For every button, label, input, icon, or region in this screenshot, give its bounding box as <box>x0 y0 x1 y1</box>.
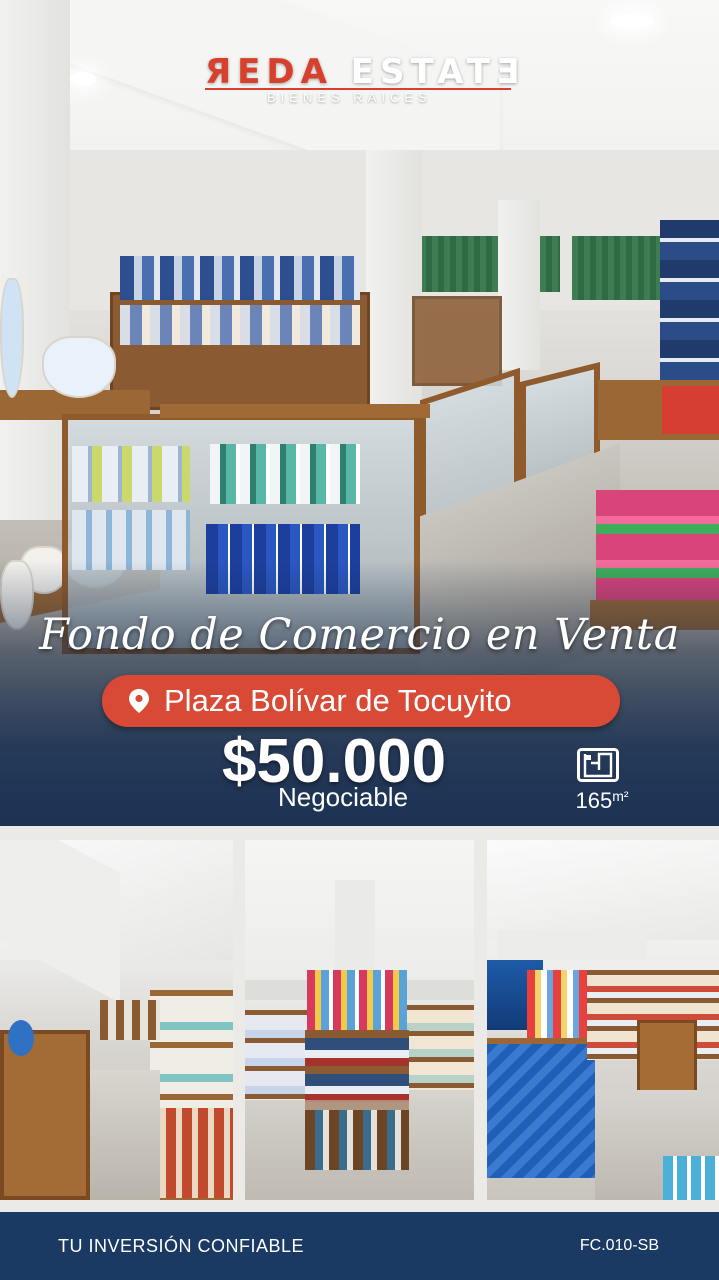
products <box>120 305 360 345</box>
brand-logo: ЯEDA ESTATƎ BIENES RAICES <box>205 52 520 108</box>
ceiling-light <box>610 14 654 28</box>
location-pin-icon <box>129 689 149 713</box>
back-shelf <box>100 1000 160 1040</box>
back-wall <box>497 930 647 960</box>
listing-reference: FC.010-SB <box>579 1237 659 1254</box>
gallery-photo-3[interactable] <box>487 840 719 1200</box>
floor-products <box>663 1156 719 1200</box>
gallery-photo-2[interactable] <box>245 840 474 1200</box>
products-top <box>307 970 407 1030</box>
price-note: Negociable <box>277 782 409 812</box>
photo-gallery <box>0 826 719 1212</box>
shelf-unit <box>412 296 502 386</box>
pillar <box>498 200 540 370</box>
location-text: Plaza Bolívar de Tocuyito <box>164 683 512 718</box>
location-badge: Plaza Bolívar de Tocuyito <box>102 675 620 727</box>
ceiling <box>487 840 719 940</box>
logo-subtitle: BIENES RAICES <box>267 90 432 105</box>
ceiling-light <box>70 72 96 86</box>
product-boxes <box>662 386 719 434</box>
blue-vase <box>8 1020 34 1056</box>
water-jug <box>0 278 24 398</box>
products <box>120 256 360 300</box>
floor <box>90 1070 160 1200</box>
ceramic-products <box>150 1108 233 1198</box>
area-value: 165 <box>575 788 613 813</box>
logo-wordmark-part2: ESTATƎ <box>350 52 526 92</box>
footer-bar: TU INVERSIÓN CONFIABLE FC.010-SB <box>0 1212 719 1280</box>
products <box>210 444 360 504</box>
logo-wordmark: ЯEDA ESTATƎ <box>205 52 520 92</box>
listing-headline: Fondo de Comercio en Venta <box>39 610 680 660</box>
center-display-base <box>305 1110 409 1170</box>
tagline: TU INVERSIÓN CONFIABLE <box>58 1236 305 1256</box>
counter-top <box>160 404 430 418</box>
display-counter <box>0 1030 90 1200</box>
floor-plan-icon <box>577 748 619 782</box>
products <box>72 446 190 502</box>
logo-wordmark-part1: ЯEDA <box>205 52 333 92</box>
pillar <box>0 0 70 520</box>
area-unit: m² <box>612 788 629 804</box>
front-counter <box>487 1038 595 1178</box>
product-boxes <box>660 220 719 380</box>
area-label: 165m² <box>562 788 642 814</box>
storage-container <box>42 336 116 398</box>
gallery-photo-1[interactable] <box>0 840 233 1200</box>
